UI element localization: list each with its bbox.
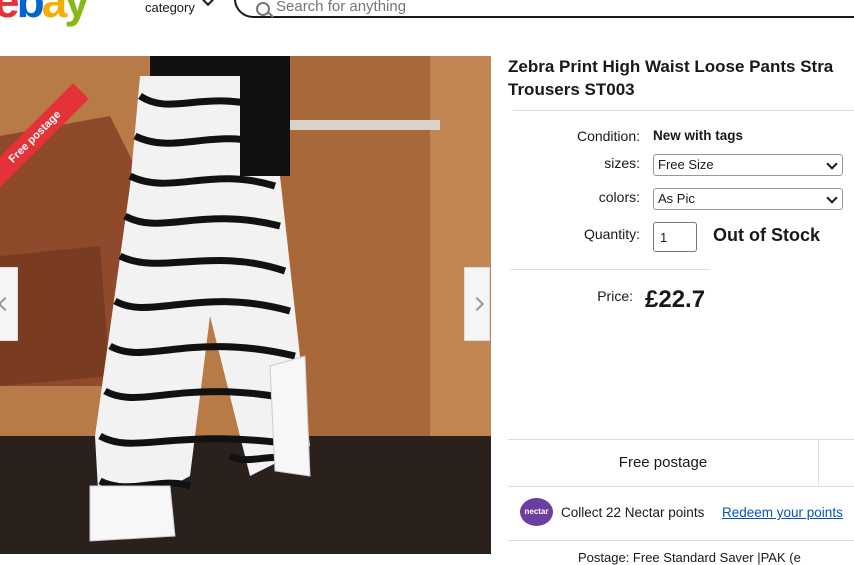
colors-select[interactable]: As Pic (653, 188, 843, 210)
title-line-1: Zebra Print High Waist Loose Pants Stra (508, 57, 834, 76)
shop-by-category-button[interactable]: category (145, 0, 195, 15)
logo-letter-b: b (16, 0, 45, 27)
chevron-right-icon (469, 296, 485, 312)
free-postage-label: Free postage (618, 454, 708, 471)
condition-label: Condition: (576, 128, 640, 144)
divider (818, 440, 819, 486)
search-input[interactable] (276, 0, 676, 15)
chevron-down-icon (826, 158, 838, 170)
divider (510, 269, 710, 270)
stock-status: Out of Stock (713, 225, 820, 245)
title-line-2: Trousers ST003 (508, 80, 635, 99)
logo-letter-y: y (64, 0, 90, 27)
search-bar[interactable] (234, 0, 854, 18)
colors-label: colors: (598, 189, 640, 205)
product-photo-illustration (0, 56, 491, 554)
nectar-logo: nectar (520, 498, 553, 526)
condition-value: New with tags (653, 128, 744, 143)
logo-letter-e: e (0, 0, 20, 27)
price-value: £22.7 (645, 286, 706, 313)
redeem-points-link[interactable]: Redeem your points (722, 505, 843, 520)
search-icon (256, 2, 270, 16)
quantity-label: Quantity: (583, 226, 640, 242)
shipping-box: Free postage (508, 439, 854, 487)
chevron-left-icon (0, 296, 13, 312)
quantity-input[interactable]: 1 (653, 222, 697, 252)
colors-selected-value: As Pic (658, 191, 695, 206)
sizes-label: sizes: (604, 155, 640, 171)
sizes-select[interactable]: Free Size (653, 154, 843, 176)
chevron-down-icon (200, 0, 216, 7)
product-image[interactable]: Free postage (0, 56, 491, 554)
ebay-logo[interactable]: ebay (0, 0, 90, 27)
divider (513, 110, 854, 111)
previous-image-button[interactable] (0, 267, 18, 341)
next-image-button[interactable] (464, 267, 490, 341)
nectar-points-text: Collect 22 Nectar points (561, 505, 705, 520)
logo-letter-a: a (41, 0, 68, 27)
chevron-down-icon (826, 192, 838, 204)
category-label: category (145, 0, 195, 15)
price-label: Price: (597, 288, 633, 304)
sizes-selected-value: Free Size (658, 157, 714, 172)
divider (508, 540, 854, 541)
postage-details: Postage: Free Standard Saver |PAK (e (578, 550, 801, 565)
product-title: Zebra Print High Waist Loose Pants Stra … (508, 55, 854, 101)
